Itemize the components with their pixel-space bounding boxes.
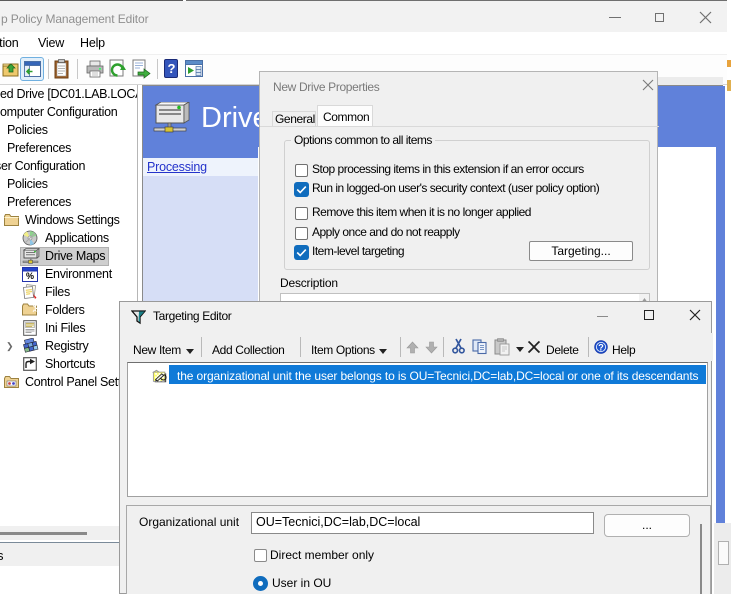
svg-text:%: % [26,271,34,281]
svg-text:?: ? [598,342,604,352]
